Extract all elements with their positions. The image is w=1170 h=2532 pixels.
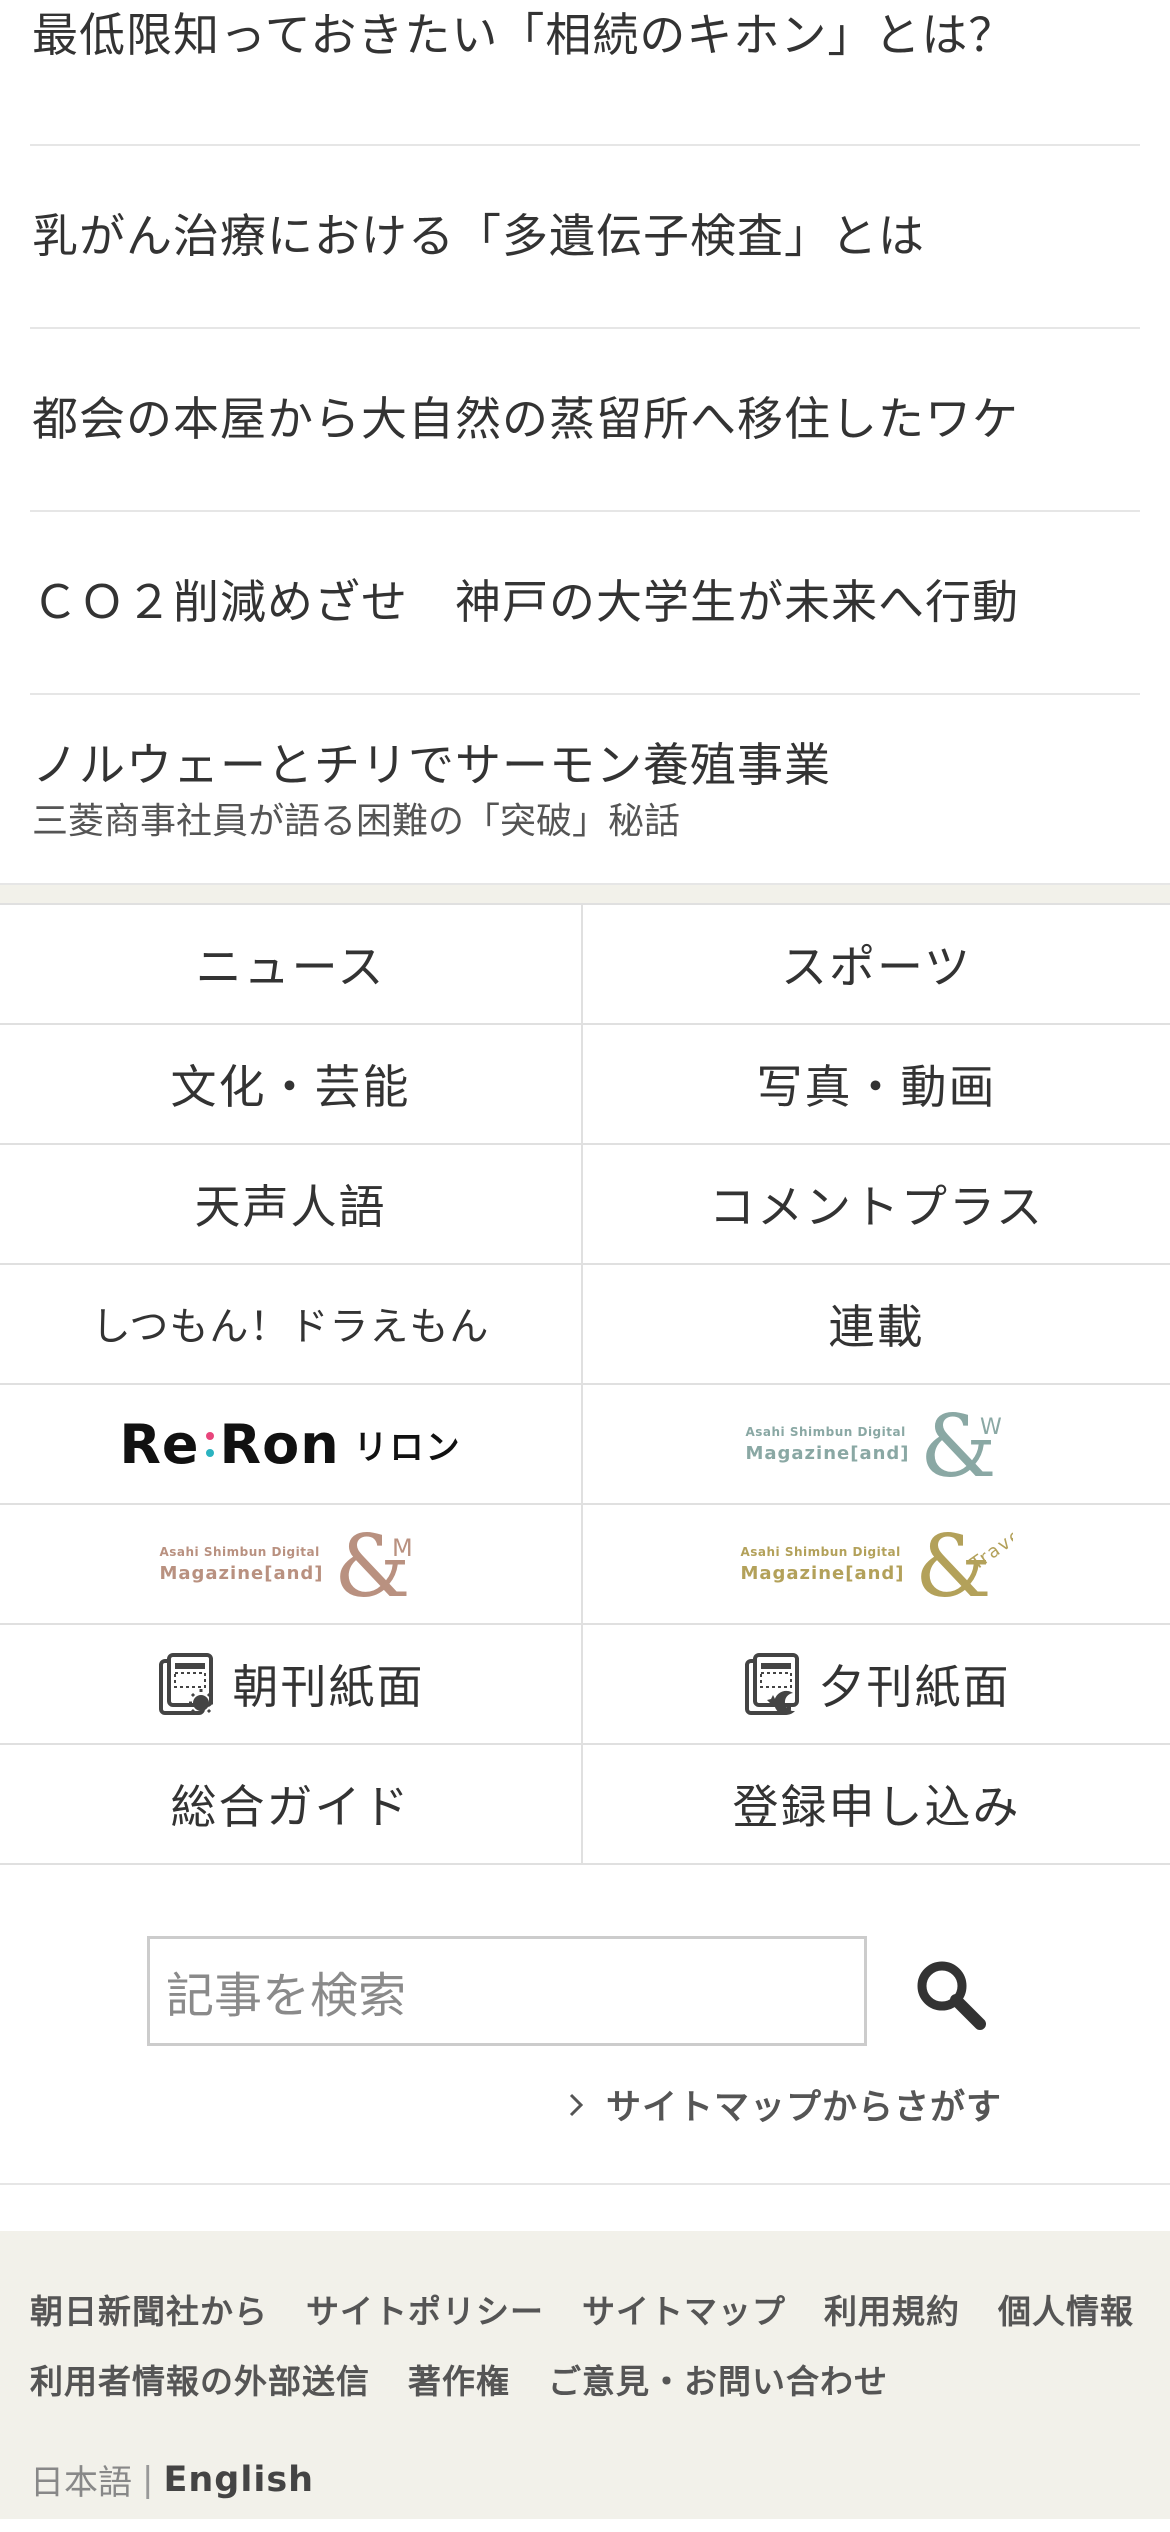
lang-english[interactable]: English: [163, 2460, 314, 2500]
footer-link-terms[interactable]: 利用規約: [824, 2285, 960, 2333]
svg-text:W: W: [980, 1415, 1004, 1440]
nav-evening-paper[interactable]: 夕刊紙面: [583, 1625, 1170, 1745]
search-icon: [917, 1961, 986, 2030]
footer-link-company[interactable]: 朝日新聞社から: [30, 2285, 268, 2333]
nav-guide[interactable]: 総合ガイド: [0, 1745, 583, 1865]
nav-reron[interactable]: Re Ron リロン: [0, 1385, 583, 1505]
magazine-logo-title: Magazine[and]: [159, 1562, 324, 1584]
footer: 朝日新聞社から サイトポリシー サイトマップ 利用規約 個人情報 利用者情報の外…: [0, 2231, 1170, 2519]
nav-comment-plus[interactable]: コメントプラス: [583, 1145, 1170, 1265]
nav-magazine-m[interactable]: Asahi Shimbun Digital Magazine[and] & M: [0, 1505, 583, 1625]
lang-separator: |: [142, 2459, 154, 2500]
footer-link-copyright[interactable]: 著作権: [408, 2355, 510, 2403]
search-input[interactable]: 記事を検索: [147, 1936, 867, 2046]
magazine-logo-subtitle: Asahi Shimbun Digital: [159, 1544, 320, 1559]
nav-magazine-w[interactable]: Asahi Shimbun Digital Magazine[and] & W: [583, 1385, 1170, 1505]
reron-logo-kana: リロン: [353, 1427, 462, 1468]
magazine-logo-title: Magazine[and]: [745, 1442, 910, 1464]
category-grid: ニュース スポーツ 文化・芸能 写真・動画 天声人語 コメントプラス しつもん！…: [0, 903, 1170, 1865]
magazine-logo-subtitle: Asahi Shimbun Digital: [740, 1544, 901, 1559]
spacer: [0, 2185, 1170, 2231]
nav-culture[interactable]: 文化・芸能: [0, 1025, 583, 1145]
chevron-right-icon: [568, 2092, 584, 2118]
article-link[interactable]: 最低限知っておきたい「相続のキホン」とは？: [30, 0, 1140, 146]
nav-magazine-travel[interactable]: Asahi Shimbun Digital Magazine[and] & Tr…: [583, 1505, 1170, 1625]
morning-paper-label: 朝刊紙面: [232, 1660, 425, 1714]
ampersand-m-icon: & M: [334, 1522, 415, 1606]
magazine-m-logo: Asahi Shimbun Digital Magazine[and] & M: [159, 1522, 421, 1606]
nav-sports[interactable]: スポーツ: [583, 905, 1170, 1025]
evening-newspaper-icon: [743, 1651, 801, 1717]
footer-link-sitemap[interactable]: サイトマップ: [582, 2285, 786, 2333]
article-link[interactable]: ＣＯ２削減めざせ 神戸の大学生が未来へ行動: [30, 512, 1140, 695]
morning-newspaper-icon: [157, 1651, 215, 1717]
nav-tensei-jingo[interactable]: 天声人語: [0, 1145, 583, 1265]
ampersand-w-icon: & W: [920, 1402, 1004, 1486]
reron-logo-text: Re: [119, 1412, 200, 1476]
magazine-travel-logo: Asahi Shimbun Digital Magazine[and] & Tr…: [740, 1522, 1012, 1606]
ampersand-travel-icon: & Travel: [915, 1522, 1013, 1606]
article-link[interactable]: 乳がん治療における「多遺伝子検査」とは: [30, 146, 1140, 329]
article-list: 最低限知っておきたい「相続のキホン」とは？ 乳がん治療における「多遺伝子検査」と…: [0, 0, 1170, 883]
nav-serial[interactable]: 連載: [583, 1265, 1170, 1385]
search-button[interactable]: [905, 1949, 995, 2039]
footer-link-contact[interactable]: ご意見・お問い合わせ: [548, 2355, 888, 2403]
footer-links: 朝日新聞社から サイトポリシー サイトマップ 利用規約 個人情報 利用者情報の外…: [30, 2285, 1140, 2403]
reron-logo: Re Ron リロン: [119, 1412, 462, 1476]
svg-text:M: M: [392, 1534, 415, 1562]
nav-morning-paper[interactable]: 朝刊紙面: [0, 1625, 583, 1745]
article-headline[interactable]: ノルウェーとチリでサーモン養殖事業: [32, 738, 1140, 793]
evening-paper-label: 夕刊紙面: [818, 1660, 1011, 1714]
article-subhead[interactable]: 三菱商事社員が語る困難の「突破」秘話: [32, 799, 1140, 846]
magazine-w-logo: Asahi Shimbun Digital Magazine[and] & W: [745, 1402, 1007, 1486]
sitemap-search-link[interactable]: サイトマップからさがす: [568, 2079, 1002, 2130]
article-headline[interactable]: 最低限知っておきたい「相続のキホン」とは？: [32, 8, 1140, 63]
search-section: 記事を検索 サイトマップからさがす: [0, 1865, 1170, 2185]
magazine-logo-subtitle: Asahi Shimbun Digital: [745, 1424, 906, 1439]
footer-link-site-policy[interactable]: サイトポリシー: [306, 2285, 544, 2333]
sitemap-link-label: サイトマップからさがす: [606, 2088, 1003, 2128]
nav-news[interactable]: ニュース: [0, 905, 583, 1025]
nav-photo-video[interactable]: 写真・動画: [583, 1025, 1170, 1145]
lang-japanese[interactable]: 日本語: [30, 2455, 132, 2504]
footer-link-privacy[interactable]: 個人情報: [998, 2285, 1134, 2333]
nav-signup[interactable]: 登録申し込み: [583, 1745, 1170, 1865]
footer-link-external-data[interactable]: 利用者情報の外部送信: [30, 2355, 370, 2403]
article-link[interactable]: ノルウェーとチリでサーモン養殖事業 三菱商事社員が語る困難の「突破」秘話: [30, 695, 1140, 883]
section-divider: [0, 883, 1170, 903]
magazine-logo-title: Magazine[and]: [740, 1562, 905, 1584]
nav-doraemon[interactable]: しつもん！ドラえもん: [0, 1265, 583, 1385]
article-link[interactable]: 都会の本屋から大自然の蒸留所へ移住したワケ: [30, 329, 1140, 512]
reron-logo-dots: [205, 1431, 214, 1457]
article-headline[interactable]: 都会の本屋から大自然の蒸留所へ移住したワケ: [32, 392, 1140, 447]
article-headline[interactable]: 乳がん治療における「多遺伝子検査」とは: [32, 209, 1140, 264]
language-switcher: 日本語 | English: [30, 2455, 1140, 2504]
article-headline[interactable]: ＣＯ２削減めざせ 神戸の大学生が未来へ行動: [32, 575, 1140, 630]
